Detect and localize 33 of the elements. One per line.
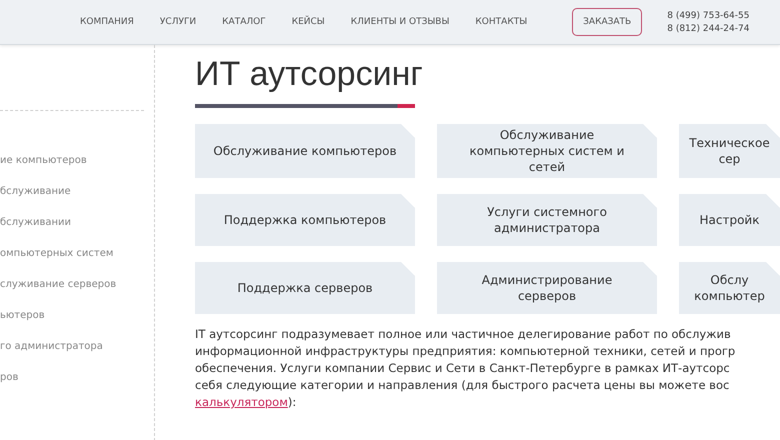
service-card[interactable]: Поддержка серверов xyxy=(195,262,415,314)
nav-link[interactable]: КЛИЕНТЫ И ОТЗЫВЫ xyxy=(350,17,450,27)
paragraph-line: IT аутсорсинг подразумевает полное или частичное делегирование работ по обслужив xyxy=(195,326,732,343)
service-card[interactable]: Обслуживание компьютерных систем и сетей xyxy=(437,124,657,178)
page-title: ИТ аутсорсинг xyxy=(195,55,424,94)
service-card[interactable]: Настройк xyxy=(679,194,780,246)
sidebar-link[interactable]: бслуживании xyxy=(0,217,154,228)
paragraph-line: себя следующие категории и направления (для быстрого расчета цены вы можете вос xyxy=(195,377,730,394)
service-card[interactable]: Администрирование серверов xyxy=(437,262,657,314)
paragraph-line: обеспечения. Услуги компании Сервис и Сети в Санкт-Петербурге в рамках ИТ-аутсорс xyxy=(195,360,731,377)
paragraph-line: ): xyxy=(288,395,296,409)
sidebar-link[interactable]: го администратора xyxy=(0,341,154,352)
sidebar-link[interactable]: ьютеров xyxy=(0,310,154,321)
service-card[interactable]: Техническое сер xyxy=(679,124,780,178)
sidebar-link[interactable]: омпьютерных систем xyxy=(0,248,154,259)
service-card[interactable]: Услуги системного администратора xyxy=(437,194,657,246)
nav-link[interactable]: КАТАЛОГ xyxy=(222,17,266,27)
sidebar-link[interactable]: служивание серверов xyxy=(0,279,154,290)
calculator-link[interactable]: калькулятором xyxy=(195,395,288,409)
paragraph-line: информационной инфраструктуры предприятия: компьютерной техники, сетей и прогр xyxy=(195,343,736,360)
sidebar-link[interactable]: бслуживание xyxy=(0,186,154,197)
sidebar-link[interactable]: ров xyxy=(0,372,154,383)
phone-number: 8 (812) 244-24-74 xyxy=(667,24,750,34)
service-card[interactable]: Поддержка компьютеров xyxy=(195,194,415,246)
nav-link[interactable]: КЕЙСЫ xyxy=(292,17,325,27)
order-button[interactable]: ЗАКАЗАТЬ xyxy=(572,8,642,36)
nav-link[interactable]: УСЛУГИ xyxy=(160,17,196,27)
service-card[interactable]: Обслу компьютер xyxy=(679,262,780,314)
nav-link[interactable]: КОМПАНИЯ xyxy=(80,17,134,27)
sidebar-link[interactable]: ие компьютеров xyxy=(0,155,154,166)
service-card[interactable]: Обслуживание компьютеров xyxy=(195,124,415,178)
phone-number: 8 (499) 753-64-55 xyxy=(667,10,750,20)
nav-link[interactable]: КОНТАКТЫ xyxy=(475,17,528,27)
